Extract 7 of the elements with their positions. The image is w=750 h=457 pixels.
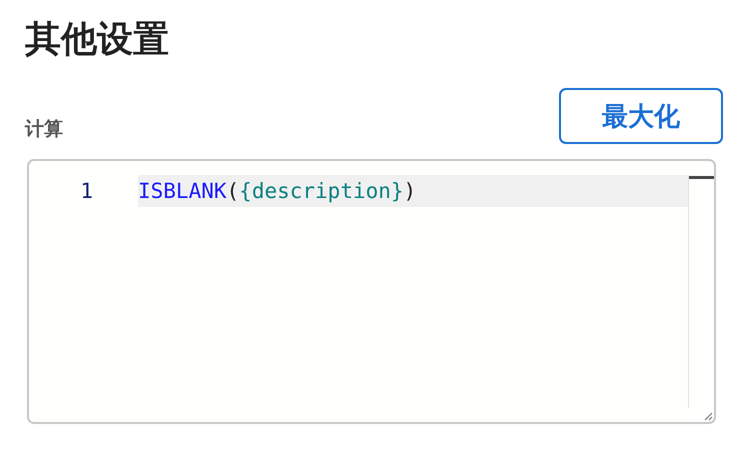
page-title: 其他设置	[25, 18, 170, 62]
code-editor[interactable]: 1 ISBLANK({description})	[27, 159, 716, 424]
resize-grip-icon[interactable]	[704, 412, 713, 421]
scrollbar[interactable]	[688, 175, 714, 408]
maximize-button[interactable]: 最大化	[559, 88, 723, 144]
line-number: 1	[79, 179, 94, 203]
field-label: 计算	[25, 117, 63, 142]
